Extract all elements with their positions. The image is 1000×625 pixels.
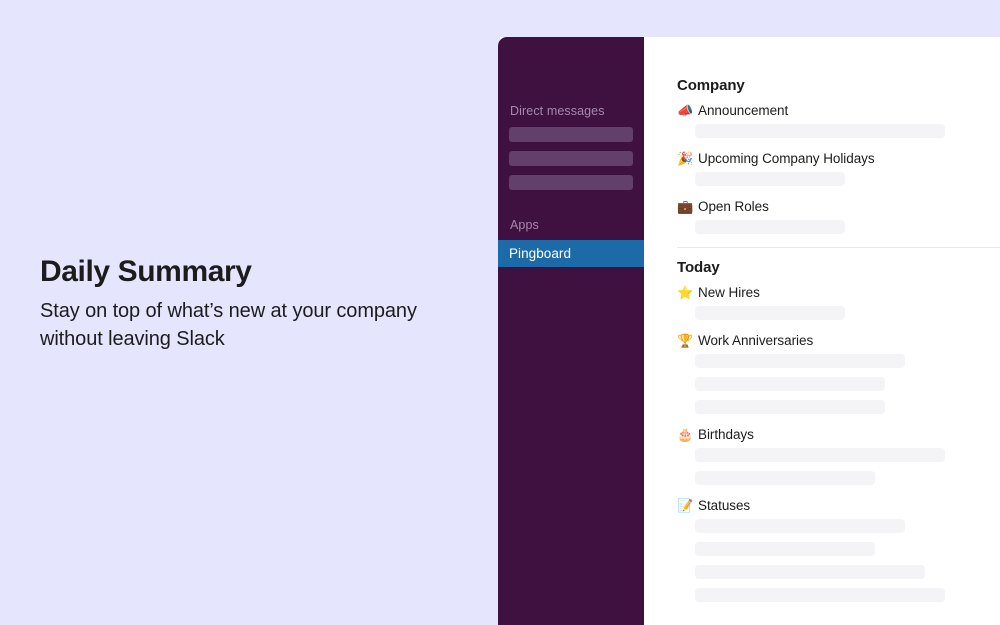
window-top-background-strip xyxy=(500,0,1000,37)
summary-item-label: Announcement xyxy=(698,103,789,118)
summary-item-label: Upcoming Company Holidays xyxy=(698,151,875,166)
content-placeholder-bar xyxy=(695,542,875,556)
content-placeholder-bar xyxy=(695,588,945,602)
star-icon: ⭐ xyxy=(677,285,694,300)
content-placeholder-bar xyxy=(695,377,885,391)
sidebar-item-label: Pingboard xyxy=(509,246,571,261)
content-placeholder-bar xyxy=(695,172,845,186)
sidebar-dm-placeholder[interactable] xyxy=(509,127,633,142)
content-placeholder-bar xyxy=(695,471,875,485)
sidebar-section-apps: Apps xyxy=(510,218,539,232)
slack-message-content: Company 📣 Announcement 🎉 Upcoming Company Ho… xyxy=(644,37,1000,625)
content-placeholder-bar xyxy=(695,400,885,414)
sidebar-item-pingboard[interactable]: Pingboard xyxy=(498,240,644,267)
memo-icon: 📝 xyxy=(677,498,694,513)
screenshot-stage: Daily Summary Stay on top of what’s new … xyxy=(0,0,1000,625)
party-popper-icon: 🎉 xyxy=(677,151,694,166)
section-divider xyxy=(677,247,1000,248)
content-section: Today ⭐ New Hires 🏆 Work Anniversaries 🎂 Birth… xyxy=(677,259,1000,602)
summary-item-label: Open Roles xyxy=(698,199,769,214)
summary-item[interactable]: 📝 Statuses xyxy=(677,498,1000,513)
summary-item[interactable]: 🏆 Work Anniversaries xyxy=(677,333,1000,348)
slack-sidebar: Direct messages Apps Pingboard xyxy=(498,37,644,625)
content-placeholder-bar xyxy=(695,354,905,368)
summary-item[interactable]: 🎂 Birthdays xyxy=(677,427,1000,442)
trophy-icon: 🏆 xyxy=(677,333,694,348)
slack-window: Direct messages Apps Pingboard Company 📣 A… xyxy=(498,37,1000,625)
content-section: Company 📣 Announcement 🎉 Upcoming Company Ho… xyxy=(677,77,1000,234)
summary-item[interactable]: 🎉 Upcoming Company Holidays xyxy=(677,151,1000,166)
content-placeholder-bar xyxy=(695,306,845,320)
content-placeholder-bar xyxy=(695,220,845,234)
summary-item[interactable]: 💼 Open Roles xyxy=(677,199,1000,214)
summary-item[interactable]: 📣 Announcement xyxy=(677,103,1000,118)
content-placeholder-bar xyxy=(695,124,945,138)
summary-item-label: Birthdays xyxy=(698,427,754,442)
section-heading: Company xyxy=(677,77,745,94)
summary-item-label: Work Anniversaries xyxy=(698,333,814,348)
content-placeholder-bar xyxy=(695,565,925,579)
promo-subtitle: Stay on top of what’s new at your compan… xyxy=(40,300,417,350)
content-placeholder-bar xyxy=(695,519,905,533)
briefcase-icon: 💼 xyxy=(677,199,694,214)
sidebar-dm-placeholder[interactable] xyxy=(509,175,633,190)
promo-copy: Daily Summary Stay on top of what’s new … xyxy=(40,255,460,353)
summary-item-label: New Hires xyxy=(698,285,760,300)
birthday-cake-icon: 🎂 xyxy=(677,427,694,442)
sidebar-section-direct-messages: Direct messages xyxy=(510,104,605,118)
summary-item[interactable]: ⭐ New Hires xyxy=(677,285,1000,300)
content-placeholder-bar xyxy=(695,448,945,462)
section-heading: Today xyxy=(677,259,720,276)
megaphone-icon: 📣 xyxy=(677,103,694,118)
promo-title: Daily Summary xyxy=(40,255,252,288)
summary-item-label: Statuses xyxy=(698,498,751,513)
sidebar-dm-placeholder[interactable] xyxy=(509,151,633,166)
